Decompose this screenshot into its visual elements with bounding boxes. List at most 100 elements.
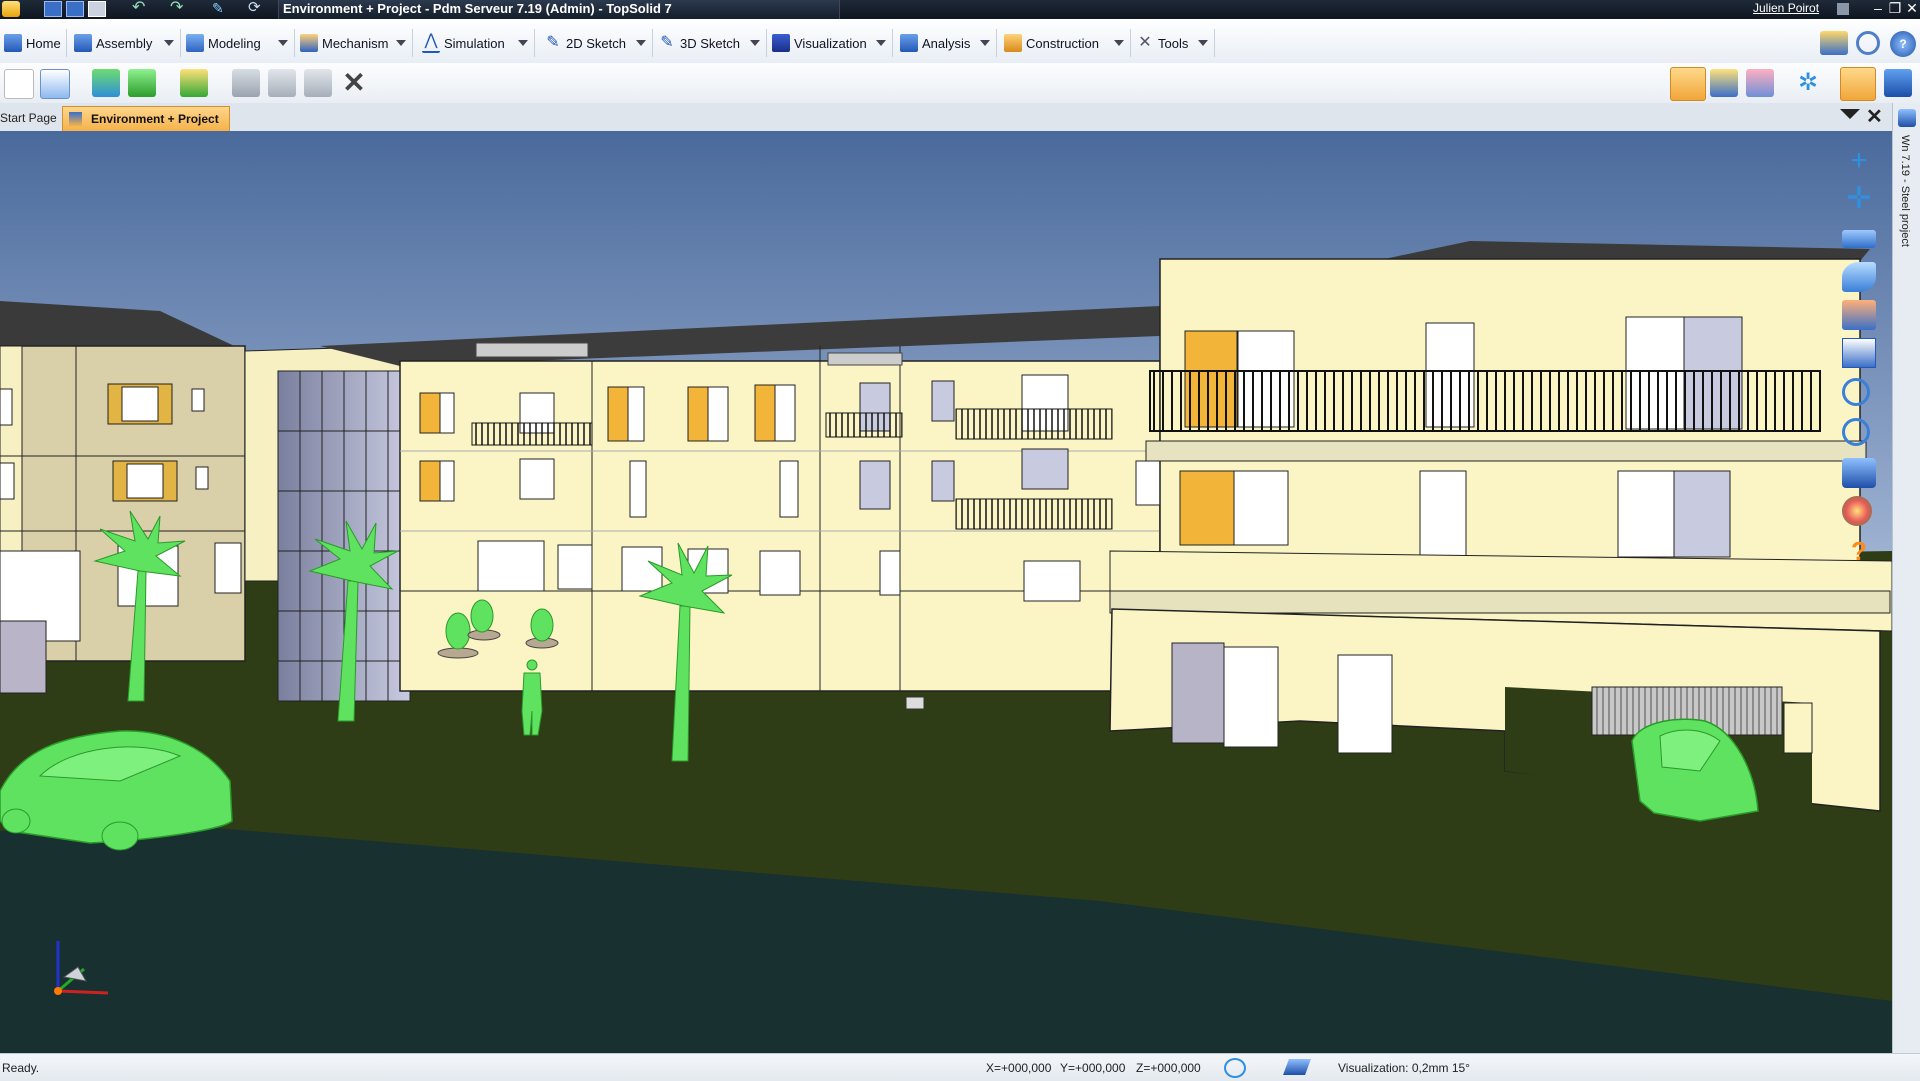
status-bar: Ready. X=+000,000 Y=+000,000 Z=+000,000 … — [0, 1053, 1920, 1081]
tab-label: Modeling — [208, 35, 261, 51]
project-icon[interactable] — [1898, 109, 1916, 127]
move-icon[interactable]: ✛ — [1842, 184, 1876, 214]
snap-icon[interactable]: ✲ — [1794, 69, 1822, 97]
palette-icon[interactable] — [1842, 496, 1872, 526]
save-all-icon[interactable] — [66, 1, 84, 17]
user-name-link[interactable]: Julien Poirot — [1753, 1, 1819, 15]
restore-icon[interactable]: ❐ — [1887, 0, 1903, 17]
tab-label: Construction — [1026, 35, 1099, 51]
shutter-window — [1179, 470, 1289, 546]
tab-label: Mechanism — [322, 35, 389, 51]
tab-label: Tools — [1158, 35, 1189, 51]
command-toolbar: ✕ ✲ — [0, 63, 1920, 104]
chevron-down-icon[interactable] — [518, 40, 528, 46]
visualization-icon — [772, 34, 790, 52]
save-icon[interactable] — [44, 1, 62, 17]
zoom-icon[interactable] — [1842, 418, 1870, 446]
mechanism-icon — [300, 34, 318, 52]
project-tab-label[interactable]: Wn 7.19 - Steel project — [1899, 135, 1911, 247]
tab-label: Environment + Project — [91, 112, 219, 126]
shutter-window — [754, 384, 796, 442]
tab-tools[interactable]: ✕ Tools — [1132, 29, 1215, 57]
tab-environment-project[interactable]: Environment + Project — [62, 106, 230, 131]
chevron-down-icon[interactable] — [750, 40, 760, 46]
visualization-status[interactable]: Visualization: 0,2mm 15° — [1338, 1061, 1470, 1075]
add-icon[interactable]: + — [1842, 146, 1876, 176]
monitor-icon[interactable] — [1884, 69, 1912, 97]
close-icon[interactable]: ✕ — [1904, 0, 1920, 17]
3d-viewport[interactable] — [0, 131, 1892, 1053]
coordinate-system-icon[interactable] — [1224, 1058, 1246, 1078]
open-document-icon[interactable] — [40, 69, 70, 99]
chevron-down-icon[interactable] — [1198, 40, 1208, 46]
tab-mechanism[interactable]: Mechanism — [296, 29, 413, 57]
tab-list-dropdown-icon[interactable] — [1840, 109, 1860, 119]
tab-label: Analysis — [922, 35, 971, 51]
grid-view-icon[interactable] — [1842, 338, 1876, 368]
balcony-railing — [1149, 370, 1821, 432]
chevron-down-icon[interactable] — [164, 40, 174, 46]
tab-analysis[interactable]: Analysis — [896, 29, 997, 57]
paste-icon[interactable] — [304, 69, 332, 97]
help-icon[interactable]: ? — [1842, 536, 1876, 566]
tab-home[interactable]: Home — [0, 29, 67, 57]
zoom-window-icon[interactable] — [1842, 378, 1870, 406]
shutter-window — [607, 386, 645, 442]
tab-visualization[interactable]: Visualization — [768, 29, 893, 57]
new-document-icon[interactable] — [4, 69, 34, 99]
trash-bin — [905, 696, 925, 710]
window-title: Environment + Project - Pdm Serveur 7.19… — [283, 1, 672, 16]
paint-icon[interactable] — [1842, 300, 1876, 330]
redo-icon[interactable]: ↷ — [170, 0, 188, 17]
search-icon[interactable] — [1856, 31, 1880, 55]
title-bar: Environment + Project - Pdm Serveur 7.19… — [0, 0, 1920, 19]
tab-3d-sketch[interactable]: ✎ 3D Sketch — [654, 29, 767, 57]
left-building — [0, 301, 246, 694]
tab-construction[interactable]: Construction — [1000, 29, 1131, 57]
display-icon[interactable] — [1840, 67, 1876, 101]
check-in-icon[interactable] — [92, 69, 120, 97]
fly-icon[interactable] — [1842, 262, 1876, 292]
status-text: Ready. — [2, 1061, 40, 1075]
tab-label: Visualization — [794, 35, 867, 51]
check-out-icon[interactable] — [128, 69, 156, 97]
copy-icon[interactable] — [268, 69, 296, 97]
refresh-icon[interactable]: ⟳ — [248, 0, 266, 17]
link-icon[interactable] — [1670, 67, 1706, 101]
options-icon[interactable] — [1820, 31, 1848, 55]
analysis-icon — [900, 34, 918, 52]
tab-modeling[interactable]: Modeling — [182, 29, 295, 57]
undo-icon[interactable]: ↶ — [132, 0, 150, 17]
tab-start-page[interactable]: Start Page — [0, 108, 57, 128]
chevron-down-icon[interactable] — [980, 40, 990, 46]
camera-icon[interactable] — [1842, 230, 1876, 248]
tab-label: 3D Sketch — [680, 35, 740, 51]
tab-simulation[interactable]: ⋀ Simulation — [418, 29, 535, 57]
x-coordinate: X=+000,000 — [986, 1061, 1052, 1075]
chevron-down-icon[interactable] — [876, 40, 886, 46]
print-icon[interactable] — [88, 1, 106, 17]
document-icon — [69, 112, 82, 126]
layers-icon[interactable] — [1283, 1059, 1311, 1075]
close-document-icon[interactable]: ✕ — [1866, 104, 1883, 129]
tab-2d-sketch[interactable]: ✎ 2D Sketch — [540, 29, 653, 57]
z-coordinate: Z=+000,000 — [1136, 1061, 1201, 1075]
chevron-down-icon[interactable] — [396, 40, 406, 46]
cut-icon[interactable] — [232, 69, 260, 97]
gears-icon[interactable] — [1710, 69, 1738, 97]
chevron-down-icon[interactable] — [278, 40, 288, 46]
tab-assembly[interactable]: Assembly — [70, 29, 181, 57]
update-icon[interactable] — [180, 69, 208, 97]
shutter-window — [419, 460, 455, 502]
minimize-icon[interactable]: – — [1870, 0, 1886, 16]
help-icon[interactable]: ? — [1890, 31, 1916, 57]
sketch-2d-icon: ✎ — [546, 34, 560, 51]
delete-icon[interactable]: ✕ — [340, 69, 368, 97]
app-menu-icon[interactable] — [2, 1, 20, 17]
box-view-icon[interactable] — [1842, 458, 1876, 488]
tag-icon[interactable] — [1746, 69, 1774, 97]
user-avatar[interactable] — [1837, 3, 1849, 15]
pen-icon[interactable]: ✎ — [212, 1, 230, 17]
chevron-down-icon[interactable] — [1114, 40, 1124, 46]
chevron-down-icon[interactable] — [636, 40, 646, 46]
